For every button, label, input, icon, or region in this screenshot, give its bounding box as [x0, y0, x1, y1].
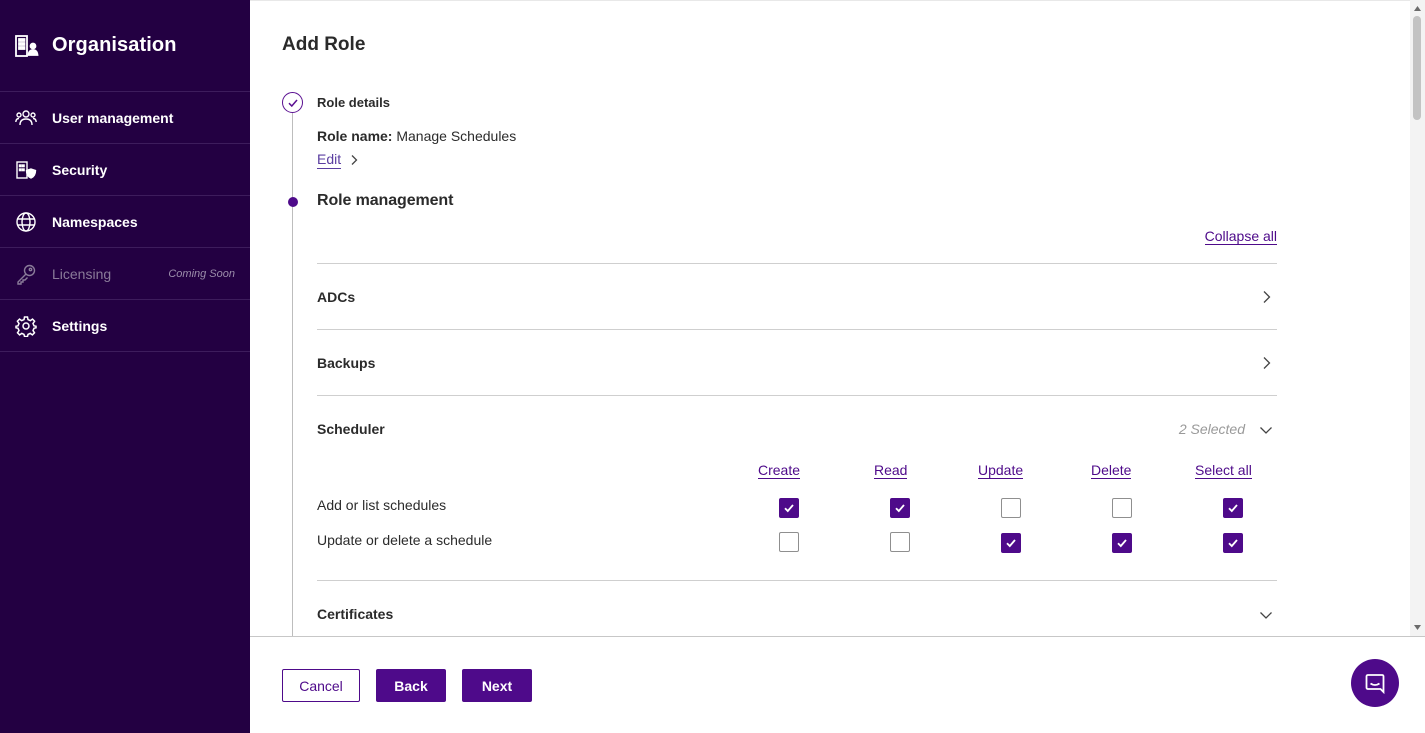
sidebar: Organisation User management Security Na…	[0, 0, 250, 733]
chat-button[interactable]	[1351, 659, 1399, 707]
column-select-all[interactable]: Select all	[1195, 462, 1252, 479]
sidebar-item-settings[interactable]: Settings	[0, 300, 250, 352]
page-title: Add Role	[282, 34, 366, 55]
chevron-right-icon	[1263, 357, 1271, 369]
section-title: Certificates	[317, 606, 394, 622]
security-icon	[15, 159, 37, 181]
main-content: Add Role Role details Role name: Manage …	[250, 0, 1410, 636]
scroll-down-arrow-icon[interactable]	[1413, 623, 1422, 632]
gear-icon	[15, 315, 37, 337]
section-certificates[interactable]: Certificates	[317, 580, 1277, 636]
checkbox-add-list-delete[interactable]	[1112, 498, 1132, 518]
role-name: Role name: Manage Schedules	[317, 128, 516, 144]
collapse-all-link[interactable]: Collapse all	[1204, 228, 1277, 245]
section-title: Backups	[317, 355, 376, 371]
sidebar-item-user-management[interactable]: User management	[0, 92, 250, 144]
step-role-details-title: Role details	[317, 95, 390, 110]
checkbox-add-list-select-all[interactable]	[1223, 498, 1243, 518]
sidebar-title: Organisation	[52, 34, 177, 56]
sidebar-item-label: Security	[52, 161, 108, 178]
organisation-icon	[14, 33, 40, 59]
coming-soon-badge: Coming Soon	[168, 267, 235, 280]
section-title[interactable]: Scheduler	[317, 421, 385, 437]
step-role-management-title: Role management	[317, 192, 454, 209]
footer-actions: Cancel Back Next	[250, 636, 1425, 733]
scroll-up-arrow-icon[interactable]	[1413, 4, 1422, 13]
chevron-right-icon	[1263, 291, 1271, 303]
column-create[interactable]: Create	[758, 462, 801, 479]
checkbox-add-list-create[interactable]	[779, 498, 799, 518]
back-button[interactable]: Back	[376, 669, 446, 702]
sidebar-item-label: Licensing	[52, 265, 112, 282]
column-read[interactable]: Read	[874, 462, 908, 479]
step-active-dot	[288, 197, 298, 207]
sidebar-item-licensing: Licensing Coming Soon	[0, 248, 250, 300]
sidebar-item-security[interactable]: Security	[0, 144, 250, 196]
sidebar-header: Organisation	[0, 0, 250, 92]
users-icon	[15, 107, 37, 129]
checkbox-update-delete-delete[interactable]	[1112, 533, 1132, 553]
checkbox-add-list-read[interactable]	[890, 498, 910, 518]
section-adcs[interactable]: ADCs	[317, 263, 1277, 329]
scrollbar-thumb[interactable]	[1413, 16, 1421, 120]
selected-count: 2 Selected	[1178, 421, 1245, 437]
sidebar-item-namespaces[interactable]: Namespaces	[0, 196, 250, 248]
column-update[interactable]: Update	[978, 462, 1024, 479]
cancel-button[interactable]: Cancel	[282, 669, 360, 702]
section-scheduler: Scheduler 2 Selected Create Read Update …	[317, 395, 1277, 580]
checkbox-add-list-update[interactable]	[1001, 498, 1021, 518]
checkbox-update-delete-read[interactable]	[890, 532, 910, 552]
step-complete-check-icon	[282, 92, 303, 113]
section-title: ADCs	[317, 289, 356, 305]
permission-row-label: Add or list schedules	[317, 497, 447, 513]
vertical-scrollbar[interactable]	[1410, 0, 1425, 636]
chevron-down-icon[interactable]	[1259, 423, 1273, 437]
globe-icon	[15, 211, 37, 233]
checkbox-update-delete-select-all[interactable]	[1223, 533, 1243, 553]
chat-icon	[1365, 674, 1385, 694]
key-icon	[15, 263, 37, 285]
chevron-down-icon	[1260, 612, 1272, 619]
stepper-line	[292, 113, 293, 636]
next-button[interactable]: Next	[462, 669, 532, 702]
sidebar-item-label: Namespaces	[52, 213, 138, 230]
checkbox-update-delete-update[interactable]	[1001, 533, 1021, 553]
sidebar-item-label: User management	[52, 109, 174, 126]
sidebar-item-label: Settings	[52, 317, 108, 334]
chevron-right-icon	[351, 155, 358, 165]
edit-link[interactable]: Edit	[317, 151, 342, 169]
role-name-value: Manage Schedules	[396, 128, 517, 144]
column-delete[interactable]: Delete	[1091, 462, 1132, 479]
permission-row-label: Update or delete a schedule	[317, 532, 493, 548]
checkbox-update-delete-create[interactable]	[779, 532, 799, 552]
section-backups[interactable]: Backups	[317, 329, 1277, 395]
role-name-label: Role name:	[317, 128, 393, 144]
